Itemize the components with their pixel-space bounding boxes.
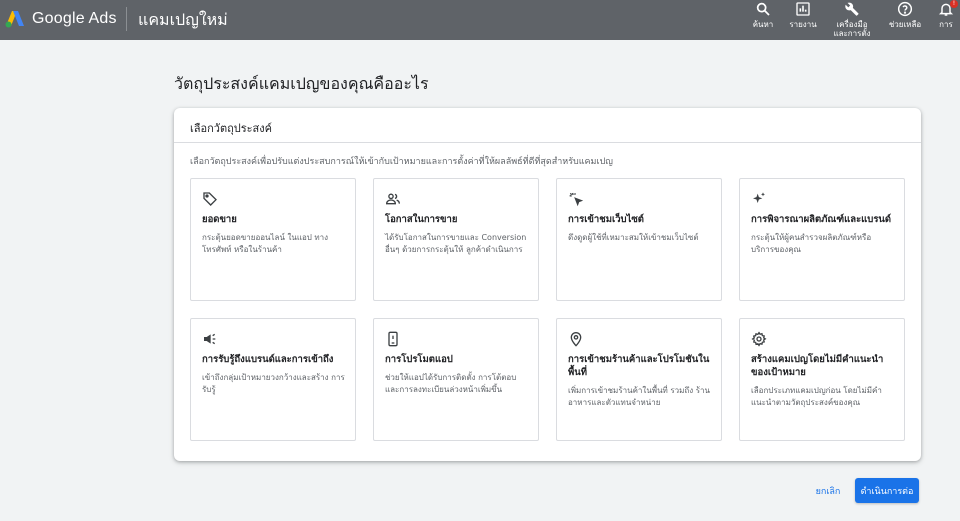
people-icon — [385, 191, 401, 207]
goal-description: กระตุ้นยอดขายออนไลน์ ในแอป ทาง โทรศัพท์ … — [202, 233, 329, 254]
goal-description: เพิ่มการเข้าชมร้านค้าในพื้นที่ รวมถึง ร้… — [568, 386, 710, 407]
location-pin-icon — [568, 331, 584, 347]
card-header: เลือกวัตถุประสงค์ — [174, 108, 921, 143]
cancel-button[interactable]: ยกเลิก — [808, 480, 848, 502]
page-title: วัตถุประสงค์แคมเปญของคุณคืออะไร — [174, 74, 429, 93]
goal-product-brand-consideration[interactable]: การพิจารณาผลิตภัณฑ์และแบรนด์ กระตุ้นให้ผ… — [739, 178, 905, 301]
goal-name: โอกาสในการขาย — [385, 214, 458, 225]
goal-no-guidance[interactable]: สร้างแคมเปญโดยไม่มีคำแนะนำ ของเป้าหมาย เ… — [739, 318, 905, 441]
card-subtitle: เลือกวัตถุประสงค์เพื่อปรับแต่งประสบการณ์… — [190, 157, 613, 167]
goal-description: ดึงดูดผู้ใช้ที่เหมาะสมให้เข้าชมเว็บไซต์ — [568, 233, 699, 242]
sparkle-icon — [751, 191, 767, 207]
goal-description: ได้รับโอกาสในการขายและ Conversion อื่นๆ … — [385, 233, 527, 254]
goal-website-traffic[interactable]: การเข้าชมเว็บไซต์ ดึงดูดผู้ใช้ที่เหมาะสม… — [556, 178, 722, 301]
tools-icon — [845, 2, 859, 16]
phone-icon — [385, 331, 401, 347]
goal-name: การพิจารณาผลิตภัณฑ์และแบรนด์ — [751, 214, 892, 225]
reports-icon — [796, 2, 810, 16]
goal-local-store-visits[interactable]: การเข้าชมร้านค้าและโปรโมชันใน พื้นที่ เพ… — [556, 318, 722, 441]
goal-description: ช่วยให้แอปได้รับการติดตั้ง การโต้ตอบ และ… — [385, 373, 517, 394]
google-ads-logo-icon — [5, 11, 24, 28]
goal-description: กระตุ้นให้ผู้คนสำรวจผลิตภัณฑ์หรือ บริการ… — [751, 233, 872, 254]
goal-name: การเข้าชมร้านค้าและโปรโมชันใน พื้นที่ — [568, 354, 710, 378]
goal-description: เลือกประเภทแคมเปญก่อน โดยไม่มีคำ แนะนำตา… — [751, 386, 882, 407]
objective-card: เลือกวัตถุประสงค์ เลือกวัตถุประสงค์เพื่อ… — [174, 108, 921, 461]
nav-notifications[interactable]: ! การ — [936, 0, 958, 40]
search-icon — [756, 2, 770, 16]
goal-name: ยอดขาย — [202, 214, 237, 225]
header-divider — [126, 7, 127, 31]
campaign-title: แคมเปญใหม่ — [138, 10, 228, 29]
nav-tools-label: เครื่องมือ และการตั้ง — [833, 20, 871, 38]
goal-name: สร้างแคมเปญโดยไม่มีคำแนะนำ ของเป้าหมาย — [751, 354, 884, 378]
nav-help[interactable]: ช่วยเหลือ — [884, 0, 926, 40]
nav-reports[interactable]: รายงาน — [788, 0, 818, 40]
nav-search-label: ค้นหา — [752, 20, 774, 29]
goal-name: การรับรู้ถึงแบรนด์และการเข้าถึง — [202, 354, 334, 365]
nav-notifications-label: การ — [939, 20, 953, 29]
notification-badge: ! — [950, 0, 958, 8]
top-app-bar: Google Ads แคมเปญใหม่ ค้นหา รายงาน เครื่… — [0, 0, 960, 40]
continue-button[interactable]: ดำเนินการต่อ — [855, 478, 919, 503]
brand-name: Google Ads — [32, 10, 117, 27]
card-header-title: เลือกวัตถุประสงค์ — [190, 122, 272, 135]
goal-name: การโปรโมตแอป — [385, 354, 453, 365]
goal-description: เข้าถึงกลุ่มเป้าหมายวงกว้างและสร้าง การร… — [202, 373, 345, 394]
gear-icon — [751, 331, 767, 347]
goal-sales[interactable]: ยอดขาย กระตุ้นยอดขายออนไลน์ ในแอป ทาง โท… — [190, 178, 356, 301]
nav-help-label: ช่วยเหลือ — [888, 20, 922, 29]
click-icon — [568, 191, 584, 207]
goal-leads[interactable]: โอกาสในการขาย ได้รับโอกาสในการขายและ Con… — [373, 178, 539, 301]
help-icon — [897, 1, 913, 17]
goal-app-promotion[interactable]: การโปรโมตแอป ช่วยให้แอปได้รับการติดตั้ง … — [373, 318, 539, 441]
goal-name: การเข้าชมเว็บไซต์ — [568, 214, 644, 225]
nav-reports-label: รายงาน — [789, 20, 817, 29]
tag-icon — [202, 191, 218, 207]
goal-brand-awareness-reach[interactable]: การรับรู้ถึงแบรนด์และการเข้าถึง เข้าถึงก… — [190, 318, 356, 441]
nav-search[interactable]: ค้นหา — [752, 0, 774, 40]
google-ads-logo[interactable]: Google Ads — [4, 8, 117, 30]
nav-tools[interactable]: เครื่องมือ และการตั้ง — [832, 0, 872, 40]
megaphone-icon — [202, 331, 218, 347]
